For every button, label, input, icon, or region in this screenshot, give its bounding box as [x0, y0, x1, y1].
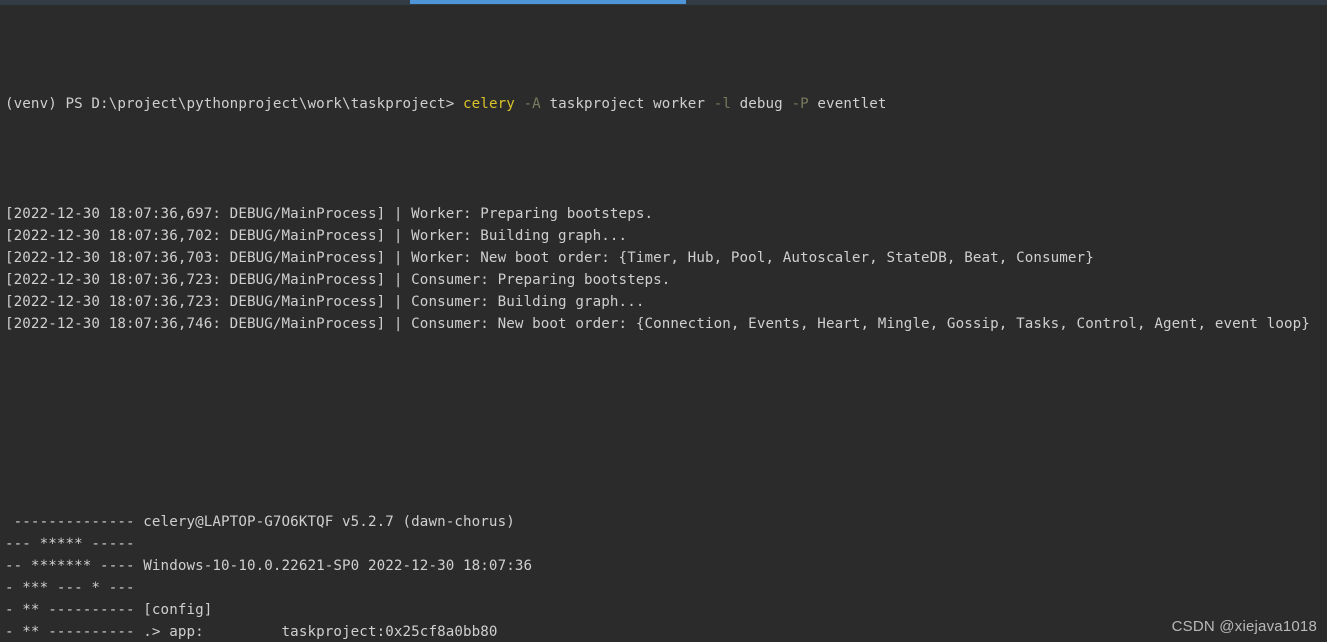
log-line: [2022-12-30 18:07:36,703: DEBUG/MainProc… [5, 250, 1094, 266]
banner-line: - ** ---------- .> app: taskproject:0x25… [5, 624, 498, 640]
log-section: [2022-12-30 18:07:36,697: DEBUG/MainProc… [0, 203, 1327, 335]
log-line: [2022-12-30 18:07:36,723: DEBUG/MainProc… [5, 272, 671, 288]
tab-indicator-bar[interactable] [410, 0, 686, 4]
banner-line: - ** ---------- [config] [5, 602, 213, 618]
banner-line: -------------- celery@LAPTOP-G7O6KTQF v5… [5, 514, 515, 530]
banner-line: --- ***** ----- [5, 536, 135, 552]
prompt-segment-default-8: eventlet [808, 96, 887, 112]
log-line: [2022-12-30 18:07:36,746: DEBUG/MainProc… [5, 316, 1310, 332]
csdn-watermark: CSDN @xiejava1018 [1171, 618, 1317, 635]
prompt-segment-flag-3: -A [523, 96, 541, 112]
prompt-segment-default-4: taskproject worker [540, 96, 714, 112]
prompt-segment-flag-7: -P [791, 96, 809, 112]
prompt-segment-flag-5: -l [713, 96, 731, 112]
log-line: [2022-12-30 18:07:36,702: DEBUG/MainProc… [5, 228, 628, 244]
prompt-segment-default-0: (venv) PS D:\project\pythonproject\work\… [5, 96, 464, 112]
prompt-segment-cmd-1: celery [463, 96, 515, 112]
terminal-window: (venv) PS D:\project\pythonproject\work\… [0, 0, 1327, 642]
banner-line: -- ******* ---- Windows-10-10.0.22621-SP… [5, 558, 533, 574]
log-line: [2022-12-30 18:07:36,723: DEBUG/MainProc… [5, 294, 645, 310]
prompt-segment-default-2 [515, 96, 524, 112]
console-output[interactable]: (venv) PS D:\project\pythonproject\work\… [0, 5, 1327, 642]
prompt-segment-default-6: debug [730, 96, 792, 112]
log-line: [2022-12-30 18:07:36,697: DEBUG/MainProc… [5, 206, 654, 222]
banner-line: - *** --- * --- [5, 580, 135, 596]
prompt-command-line[interactable]: (venv) PS D:\project\pythonproject\work\… [0, 93, 1327, 115]
celery-banner-section: -------------- celery@LAPTOP-G7O6KTQF v5… [0, 511, 1327, 642]
